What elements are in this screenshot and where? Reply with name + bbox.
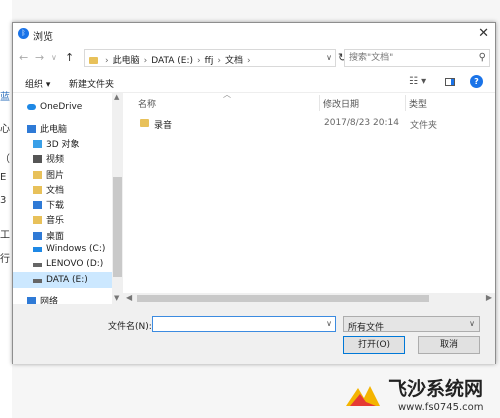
cancel-button[interactable]: 取消 <box>418 336 480 354</box>
scrollbar-thumb[interactable] <box>113 177 122 277</box>
filename-input[interactable] <box>153 317 313 331</box>
horizontal-scrollbar[interactable]: ◀ ▶ <box>123 293 495 304</box>
downloads-icon <box>33 201 42 209</box>
preview-pane-icon[interactable] <box>445 78 455 86</box>
nav-item-this-pc[interactable]: 此电脑 <box>27 122 67 135</box>
breadcrumb-separator-icon: › <box>105 56 109 66</box>
folder-icon <box>89 57 98 64</box>
bg-fragment: 心 <box>0 124 10 135</box>
site-watermark: 飞沙系统网 www.fs0745.com <box>340 372 500 418</box>
watermark-url: www.fs0745.com <box>398 402 484 413</box>
back-icon[interactable]: ← <box>19 51 28 64</box>
bg-fragment: E <box>0 172 7 183</box>
drive-c-icon <box>33 247 42 252</box>
nav-item-documents[interactable]: 文档 <box>33 183 64 196</box>
view-options-icon[interactable]: ☷ ▾ <box>409 76 426 87</box>
pc-icon <box>27 125 36 133</box>
scroll-left-icon[interactable]: ◀ <box>126 293 132 302</box>
nav-item-downloads[interactable]: 下载 <box>33 198 64 211</box>
bluetooth-icon: ᛒ <box>18 28 29 39</box>
column-header-name[interactable]: 名称 <box>138 97 156 110</box>
bg-fragment: 工 <box>0 230 10 241</box>
window-title: 浏览 <box>33 32 53 43</box>
breadcrumb-separator-icon: › <box>246 56 251 66</box>
nav-item-3d-objects[interactable]: 3D 对象 <box>33 137 80 150</box>
3d-objects-icon <box>33 140 42 148</box>
sort-indicator-icon: ︿ <box>223 90 231 99</box>
chevron-down-icon: ∨ <box>469 319 475 328</box>
onedrive-icon <box>27 104 36 110</box>
pictures-icon <box>33 171 42 179</box>
scroll-right-icon[interactable]: ▶ <box>486 293 492 302</box>
open-button[interactable]: 打开(O) <box>343 336 405 354</box>
forward-icon[interactable]: → <box>35 51 44 64</box>
breadcrumb-item[interactable]: ffj <box>205 56 214 66</box>
nav-item-drive-e[interactable]: DATA (E:) <box>13 272 112 288</box>
file-name: 录音 <box>154 121 173 131</box>
watermark-logo <box>346 386 380 406</box>
video-icon <box>33 155 42 163</box>
search-input[interactable] <box>345 50 470 66</box>
chevron-down-icon[interactable]: ∨ <box>326 319 332 328</box>
file-type-filter[interactable]: 所有文件 ∨ <box>343 316 480 333</box>
title-bar: ᛒ 浏览 ✕ <box>13 23 495 45</box>
address-bar[interactable]: › 此电脑 › DATA (E:) › ffj › 文档 › ∨ <box>84 49 336 67</box>
column-header-type[interactable]: 类型 <box>409 97 427 110</box>
background-window-edge: 蓝 心 （ E 3 工 行 <box>0 0 12 418</box>
watermark-text: 飞沙系统网 <box>388 378 484 400</box>
breadcrumb-item[interactable]: DATA (E:) <box>151 56 193 66</box>
column-divider[interactable] <box>405 95 406 111</box>
nav-item-desktop[interactable]: 桌面 <box>33 229 64 242</box>
nav-item-music[interactable]: 音乐 <box>33 213 64 226</box>
drive-e-icon <box>33 279 42 283</box>
breadcrumb: › 此电脑 › DATA (E:) › ffj › 文档 › <box>89 53 255 66</box>
search-icon: ⚲ <box>478 52 486 63</box>
filename-label: 文件名(N): <box>108 322 152 332</box>
column-header-date[interactable]: 修改日期 <box>323 97 359 110</box>
bg-fragment: 行 <box>0 254 10 265</box>
filter-value: 所有文件 <box>348 323 385 333</box>
search-box[interactable]: ⚲ <box>344 49 490 67</box>
breadcrumb-separator-icon: › <box>217 56 221 66</box>
desktop-icon <box>33 232 42 240</box>
bg-fragment: （ <box>0 154 10 165</box>
nav-scrollbar[interactable]: ▲ ▼ <box>112 93 123 304</box>
file-row[interactable]: 录音 2017/8/23 20:14 文件夹 <box>126 115 466 131</box>
new-folder-button[interactable]: 新建文件夹 <box>69 77 114 90</box>
breadcrumb-separator-icon: › <box>197 56 201 66</box>
bg-fragment: 蓝 <box>0 92 10 103</box>
up-icon[interactable]: ↑ <box>65 51 74 64</box>
nav-item-pictures[interactable]: 图片 <box>33 168 64 181</box>
column-divider[interactable] <box>319 95 320 111</box>
drive-d-icon <box>33 263 42 267</box>
breadcrumb-separator-icon: › <box>143 56 148 66</box>
browse-dialog: ᛒ 浏览 ✕ ← → ∨ ↑ › 此电脑 › DATA (E:) › ffj › 文档 › ∨ … <box>12 22 496 364</box>
breadcrumb-item[interactable]: 文档 <box>225 56 243 66</box>
help-icon[interactable]: ? <box>470 75 483 88</box>
breadcrumb-item[interactable]: 此电脑 <box>113 56 140 66</box>
address-row: ← → ∨ ↑ ›此电脑›DATA (E:)›ffj›文档› ∨ ↻ ⚲ <box>13 47 495 69</box>
scroll-up-icon[interactable]: ▲ <box>114 93 119 101</box>
documents-icon <box>33 186 42 194</box>
nav-item-drive-d[interactable]: LENOVO (D:) <box>33 259 103 269</box>
recent-locations-icon[interactable]: ∨ <box>51 53 57 62</box>
file-type: 文件夹 <box>410 121 438 131</box>
navigation-pane: OneDrive 此电脑 3D 对象 视频 图片 文档 下载 音乐 桌面 Win… <box>13 93 123 293</box>
folder-icon <box>140 119 149 127</box>
chevron-down-icon[interactable]: ∨ <box>326 53 332 62</box>
bg-fragment: 3 <box>0 195 7 206</box>
scrollbar-thumb[interactable] <box>137 295 429 302</box>
nav-item-drive-c[interactable]: Windows (C:) <box>33 244 105 254</box>
dialog-footer: 文件名(N): ∨ 所有文件 ∨ 打开(O) 取消 <box>13 304 495 364</box>
filename-combobox[interactable]: ∨ <box>152 316 336 332</box>
nav-item-videos[interactable]: 视频 <box>33 152 64 165</box>
scroll-down-icon[interactable]: ▼ <box>114 294 119 302</box>
music-icon <box>33 216 42 224</box>
file-date: 2017/8/23 20:14 <box>324 118 399 128</box>
nav-item-onedrive[interactable]: OneDrive <box>27 102 82 112</box>
close-button[interactable]: ✕ <box>478 26 489 41</box>
command-bar: 组织 ▾ 新建文件夹 ☷ ▾ ? <box>13 71 495 93</box>
organize-button[interactable]: 组织 ▾ <box>25 77 50 90</box>
